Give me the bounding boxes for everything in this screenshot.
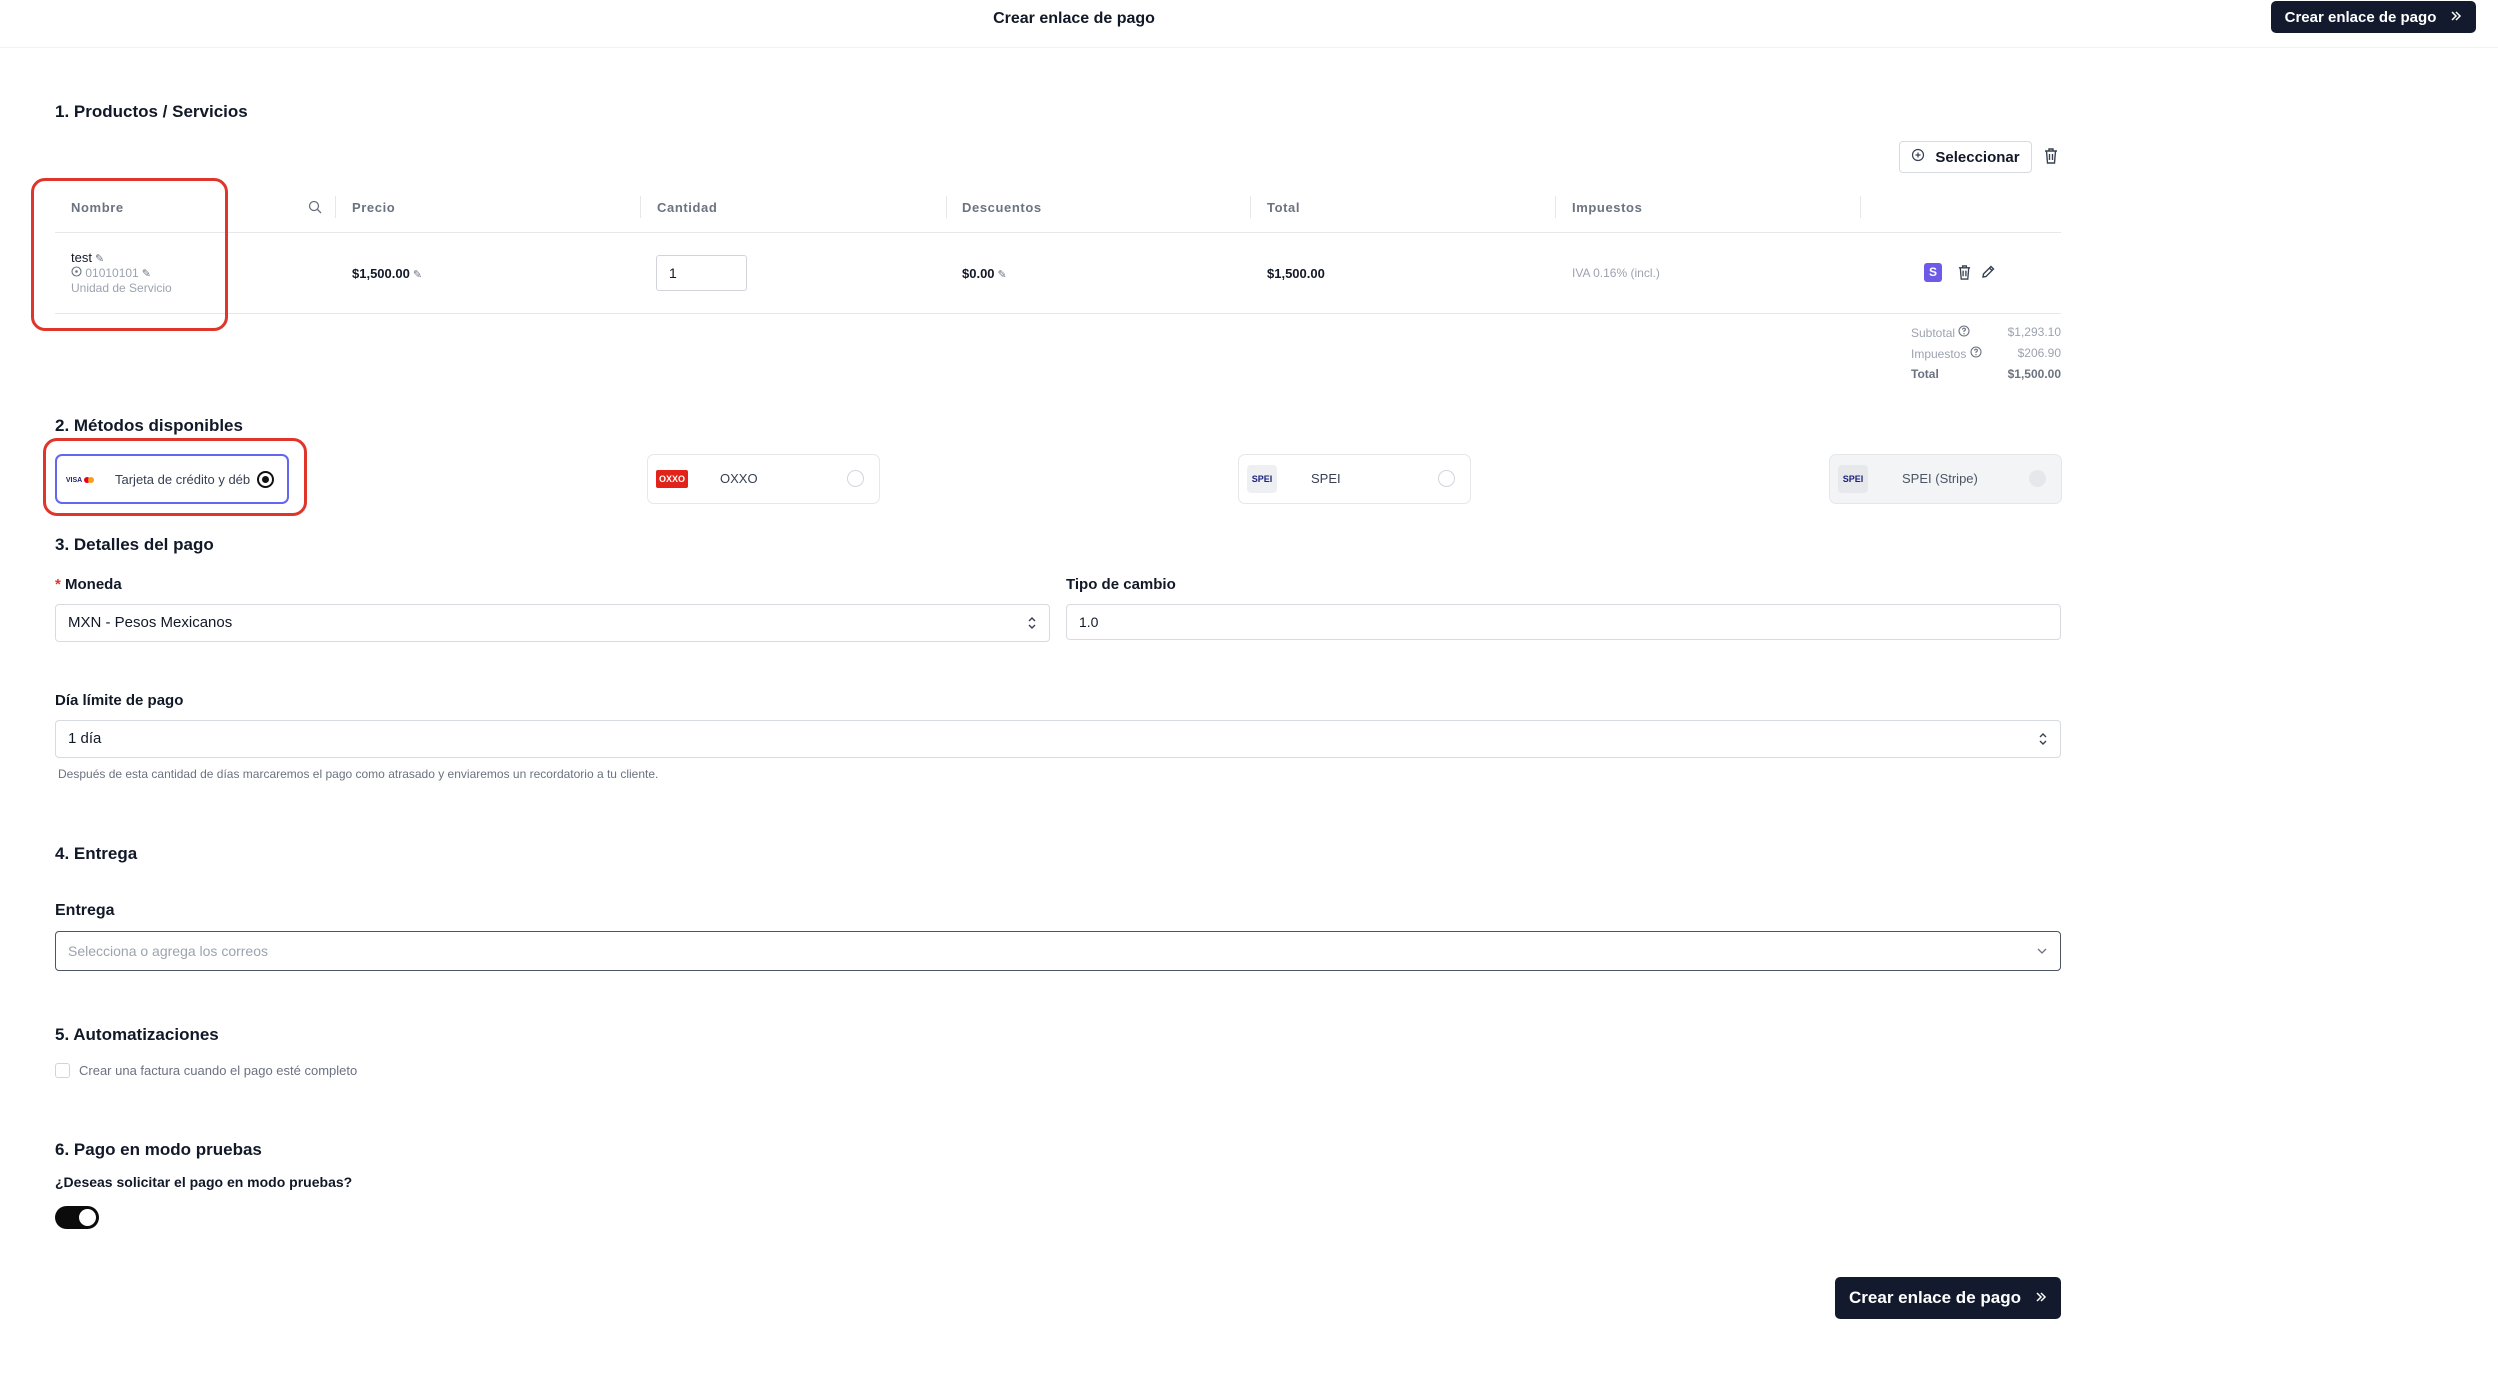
column-divider bbox=[640, 196, 641, 218]
chevron-down-icon bbox=[2036, 932, 2048, 970]
column-header-discounts: Descuentos bbox=[962, 200, 1042, 215]
search-icon[interactable] bbox=[308, 200, 322, 219]
select-products-label: Seleccionar bbox=[1935, 148, 2020, 166]
column-header-quantity: Cantidad bbox=[657, 200, 718, 215]
pencil-icon[interactable]: ✎ bbox=[998, 269, 1007, 281]
create-invoice-label[interactable]: Crear una factura cuando el pago esté co… bbox=[79, 1063, 357, 1078]
oxxo-logo: OXXO bbox=[656, 470, 688, 488]
column-divider bbox=[946, 196, 947, 218]
currency-value: MXN - Pesos Mexicanos bbox=[68, 614, 233, 631]
delivery-label: Entrega bbox=[55, 902, 115, 919]
create-link-button-top[interactable]: Crear enlace de pago bbox=[2271, 1, 2476, 33]
create-link-label: Crear enlace de pago bbox=[1849, 1288, 2021, 1307]
edit-pencil-icon[interactable] bbox=[1980, 264, 1996, 285]
total-label: Total bbox=[1911, 367, 1939, 381]
double-chevron-right-icon bbox=[2450, 9, 2462, 26]
trash-icon[interactable] bbox=[2043, 147, 2059, 170]
due-date-select[interactable]: 1 día bbox=[55, 720, 2061, 758]
due-date-help: Después de esta cantidad de días marcare… bbox=[58, 767, 659, 781]
product-discount: $0.00 bbox=[962, 266, 995, 281]
column-divider bbox=[1860, 196, 1861, 218]
method-oxxo-label: OXXO bbox=[720, 471, 758, 486]
method-spei-stripe-radio[interactable] bbox=[2029, 470, 2046, 487]
row-trash-icon[interactable] bbox=[1957, 264, 1972, 286]
chevron-up-down-icon bbox=[1027, 605, 1037, 641]
column-divider bbox=[335, 196, 336, 218]
table-header-border bbox=[1062, 232, 2061, 233]
subtotal-value: $1,293.10 bbox=[2007, 325, 2061, 339]
toggle-knob bbox=[79, 1209, 96, 1226]
method-oxxo-radio[interactable] bbox=[847, 470, 864, 487]
spei-stripe-logo: SPEI bbox=[1838, 465, 1868, 493]
annotation-highlight-method bbox=[43, 438, 307, 516]
exchange-rate-label: Tipo de cambio bbox=[1066, 576, 1176, 593]
subtotal-label: Subtotal bbox=[1911, 325, 1970, 340]
product-discount-cell[interactable]: $0.00 ✎ bbox=[962, 266, 1007, 281]
column-header-taxes: Impuestos bbox=[1572, 200, 1643, 215]
section-details-title: 3. Detalles del pago bbox=[55, 535, 214, 554]
section-products-title: 1. Productos / Servicios bbox=[55, 102, 248, 121]
product-total: $1,500.00 bbox=[1267, 266, 1325, 281]
required-mark: * bbox=[55, 576, 61, 593]
column-divider bbox=[1555, 196, 1556, 218]
total-value: $1,500.00 bbox=[2007, 367, 2061, 381]
taxes-label: Impuestos bbox=[1911, 346, 1982, 361]
double-chevron-right-icon bbox=[2035, 1288, 2047, 1308]
exchange-rate-input[interactable]: 1.0 bbox=[1066, 604, 2061, 640]
method-spei-stripe-label: SPEI (Stripe) bbox=[1902, 471, 1978, 486]
select-products-button[interactable]: Seleccionar bbox=[1899, 141, 2032, 173]
product-price: $1,500.00 bbox=[352, 266, 410, 281]
column-header-price: Precio bbox=[352, 200, 396, 215]
column-header-total: Total bbox=[1267, 200, 1301, 215]
delivery-placeholder: Selecciona o agrega los correos bbox=[68, 943, 269, 959]
due-date-value: 1 día bbox=[68, 730, 102, 747]
currency-label: * Moneda bbox=[55, 576, 122, 593]
method-spei-stripe-card[interactable]: SPEI SPEI (Stripe) bbox=[1829, 454, 2062, 504]
section-automations-title: 5. Automatizaciones bbox=[55, 1025, 219, 1044]
currency-select[interactable]: MXN - Pesos Mexicanos bbox=[55, 604, 1050, 642]
create-link-label: Crear enlace de pago bbox=[2284, 8, 2437, 26]
info-icon[interactable] bbox=[1970, 346, 1982, 361]
annotation-highlight-product bbox=[31, 178, 228, 331]
quantity-input[interactable]: 1 bbox=[656, 255, 747, 291]
product-tax: IVA 0.16% (incl.) bbox=[1572, 266, 1660, 280]
taxes-value: $206.90 bbox=[2017, 346, 2061, 360]
stripe-badge[interactable]: S bbox=[1924, 263, 1942, 282]
page-title: Crear enlace de pago bbox=[993, 10, 1155, 27]
delivery-emails-select[interactable]: Selecciona o agrega los correos bbox=[55, 931, 2061, 971]
pencil-icon[interactable]: ✎ bbox=[413, 269, 422, 281]
chevron-up-down-icon bbox=[2038, 721, 2048, 757]
plus-circle-icon bbox=[1911, 148, 1925, 166]
product-price-cell[interactable]: $1,500.00 ✎ bbox=[352, 266, 422, 281]
method-oxxo-card[interactable]: OXXO OXXO bbox=[647, 454, 880, 504]
test-mode-toggle[interactable] bbox=[55, 1206, 99, 1229]
create-link-button-bottom[interactable]: Crear enlace de pago bbox=[1835, 1277, 2061, 1319]
method-spei-card[interactable]: SPEI SPEI bbox=[1238, 454, 1471, 504]
column-divider bbox=[1250, 196, 1251, 218]
section-test-mode-title: 6. Pago en modo pruebas bbox=[55, 1140, 262, 1159]
test-mode-question: ¿Deseas solicitar el pago en modo prueba… bbox=[55, 1174, 353, 1190]
info-icon[interactable] bbox=[1958, 325, 1970, 340]
method-spei-label: SPEI bbox=[1311, 471, 1341, 486]
create-invoice-checkbox[interactable] bbox=[55, 1063, 70, 1078]
top-bar: Crear enlace de pago Crear enlace de pag… bbox=[0, 0, 2498, 48]
spei-logo: SPEI bbox=[1247, 465, 1277, 493]
table-row-border bbox=[55, 313, 2061, 314]
method-spei-radio[interactable] bbox=[1438, 470, 1455, 487]
due-date-label: Día límite de pago bbox=[55, 692, 184, 709]
section-delivery-title: 4. Entrega bbox=[55, 844, 138, 863]
section-methods-title: 2. Métodos disponibles bbox=[55, 416, 243, 435]
